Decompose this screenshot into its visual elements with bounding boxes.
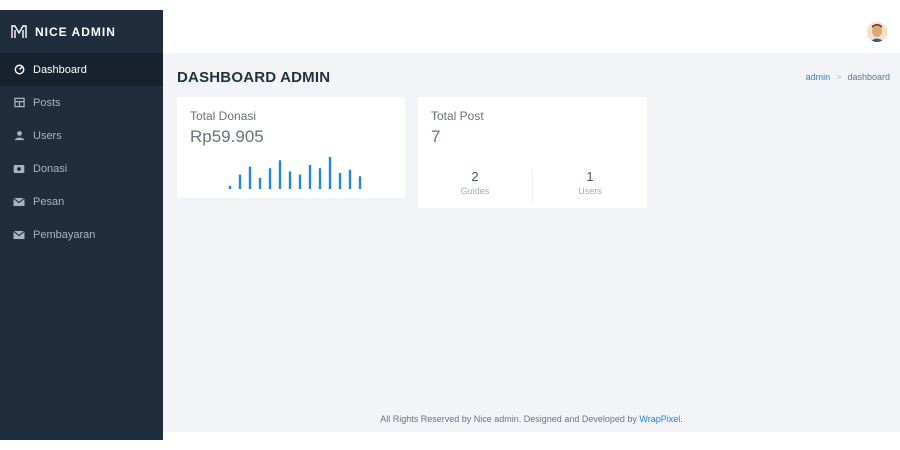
dashboard-icon (13, 64, 25, 76)
topbar (163, 10, 900, 53)
card-label: Total Post (431, 109, 484, 123)
sidebar-item-label: Users (33, 129, 62, 142)
footer-text: All Rights Reserved by Nice admin. Desig… (380, 414, 637, 424)
total-donasi-card: Total Donasi Rp59.905 (177, 97, 405, 198)
spark-bar (328, 157, 332, 189)
brand[interactable]: NICE ADMIN (0, 10, 163, 53)
sidebar-item-label: Donasi (33, 162, 68, 175)
post-stats: 2 Guides 1 Users (418, 169, 647, 203)
breadcrumb: admin > dashboard (806, 72, 890, 82)
sidebar-item-pesan[interactable]: Pesan (0, 185, 163, 218)
footer: All Rights Reserved by Nice admin. Desig… (163, 414, 900, 424)
mail-icon (13, 196, 25, 208)
sidebar-item-label: Posts (33, 96, 61, 109)
sidebar-item-label: Pembayaran (33, 228, 96, 241)
footer-link-wrappixel[interactable]: WrapPixel (639, 414, 680, 424)
sidebar-item-label: Pesan (33, 195, 65, 208)
sidebar-item-posts[interactable]: Posts (0, 86, 163, 119)
spark-bar (238, 174, 242, 189)
sidebar-item-users[interactable]: Users (0, 119, 163, 152)
card-label: Total Donasi (190, 109, 257, 123)
footer-end: . (680, 414, 683, 424)
spark-bar (338, 173, 342, 189)
breadcrumb-link-admin[interactable]: admin (806, 72, 831, 82)
spark-bar (308, 165, 312, 189)
sidebar-item-donasi[interactable]: Donasi (0, 152, 163, 185)
card-value: 7 (431, 127, 441, 146)
money-icon (13, 163, 25, 175)
logo-icon (11, 24, 27, 38)
spark-bar (318, 168, 322, 189)
main-content: DASHBOARD ADMIN admin > dashboard Total … (163, 53, 900, 432)
card-value: Rp59.905 (190, 127, 264, 146)
spark-bar (248, 166, 252, 189)
brand-name: NICE ADMIN (35, 24, 116, 39)
stat-guides: 2 Guides (418, 169, 532, 203)
avatar-icon[interactable] (867, 22, 887, 42)
sidebar: NICE ADMIN Dashboard Posts Users Donasi (0, 10, 163, 440)
spark-bar (278, 160, 282, 189)
stat-label: Users (578, 186, 602, 196)
breadcrumb-current: dashboard (847, 72, 890, 82)
total-post-card: Total Post 7 2 Guides 1 Users (418, 97, 647, 208)
page-title: DASHBOARD ADMIN (177, 68, 331, 86)
spark-bar (228, 185, 232, 189)
page-header: DASHBOARD ADMIN admin > dashboard (177, 67, 890, 87)
sidebar-nav: Dashboard Posts Users Donasi Pesan Pemba… (0, 53, 163, 251)
stat-value: 2 (471, 169, 479, 184)
stat-label: Guides (460, 186, 490, 196)
spark-bar (288, 171, 292, 189)
sidebar-item-pembayaran[interactable]: Pembayaran (0, 218, 163, 251)
spark-bar (348, 169, 352, 189)
spark-bar (268, 168, 272, 189)
breadcrumb-separator: > (836, 72, 842, 82)
stat-value: 1 (586, 169, 594, 184)
sidebar-item-label: Dashboard (33, 63, 87, 76)
stat-users: 1 Users (532, 169, 647, 203)
spark-bar (258, 177, 262, 189)
posts-icon (13, 97, 25, 109)
user-icon (13, 130, 25, 142)
sidebar-item-dashboard[interactable]: Dashboard (0, 53, 163, 86)
spark-bar (358, 176, 362, 189)
mail-icon (13, 229, 25, 241)
spark-bar (298, 174, 302, 189)
donasi-sparkline (228, 157, 362, 189)
